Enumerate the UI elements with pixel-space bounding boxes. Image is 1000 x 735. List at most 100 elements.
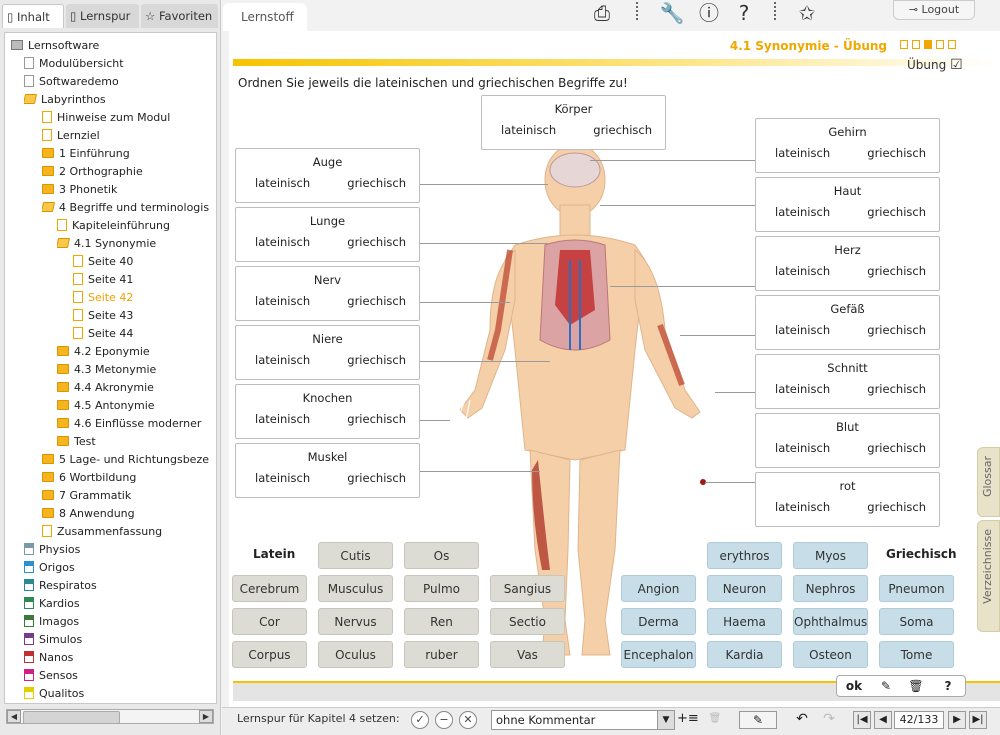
latin-slot[interactable]: lateinisch <box>255 294 310 308</box>
greek-word-tile[interactable]: Nephros <box>793 575 868 602</box>
term-box-rot[interactable]: rot lateinisch griechisch <box>755 472 940 527</box>
greek-slot[interactable]: griechisch <box>347 353 406 367</box>
latin-slot[interactable]: lateinisch <box>775 382 830 396</box>
tree-item[interactable]: Seite 44 <box>73 325 216 343</box>
tree-item[interactable]: Seite 40 <box>73 253 216 271</box>
greek-word-tile[interactable]: Tome <box>879 641 954 668</box>
tree-item[interactable]: 4 Begriffe und terminologis <box>42 199 216 217</box>
tree-item[interactable]: 1 Einführung <box>42 145 216 163</box>
tree-item[interactable]: Lernziel <box>42 127 216 145</box>
greek-word-tile[interactable]: Osteon <box>793 641 868 668</box>
printer-icon[interactable]: ⎙ <box>589 0 615 26</box>
latin-word-tile[interactable]: Sectio <box>490 608 565 635</box>
add-comment-icon[interactable]: +≡ <box>677 711 699 729</box>
greek-word-tile[interactable]: Encephalon <box>621 641 696 668</box>
info-icon[interactable]: ⓘ <box>696 0 722 26</box>
tree-item[interactable]: Lernsoftware <box>11 37 216 55</box>
tree-item[interactable]: Nanos <box>24 649 216 667</box>
greek-slot[interactable]: griechisch <box>867 146 926 160</box>
term-box-auge[interactable]: Auge lateinisch griechisch <box>235 148 420 203</box>
lernstoff-tab[interactable]: Lernstoff <box>223 3 307 31</box>
tree-item[interactable]: Imagos <box>24 613 216 631</box>
term-box-herz[interactable]: Herz lateinisch griechisch <box>755 236 940 291</box>
tree-item[interactable]: Sensos <box>24 667 216 685</box>
page-dot[interactable] <box>900 40 908 49</box>
page-dot[interactable] <box>936 40 944 49</box>
glossar-side-tab[interactable]: Glossar <box>977 447 1000 517</box>
tree-horizontal-scrollbar[interactable]: ◀ ▶ <box>6 709 214 724</box>
latin-slot[interactable]: lateinisch <box>255 176 310 190</box>
wrench-icon[interactable]: 🔧 <box>659 0 685 26</box>
greek-word-tile[interactable]: Ophthalmus <box>793 608 868 635</box>
greek-slot[interactable]: griechisch <box>347 294 406 308</box>
tree-item[interactable]: Respiratos <box>24 577 216 595</box>
tree-item[interactable]: 4.2 Eponymie <box>57 343 216 361</box>
logout-button[interactable]: ⊸ Logout <box>893 0 975 20</box>
tree-item[interactable]: Softwaredemo <box>24 73 216 91</box>
term-box-niere[interactable]: Niere lateinisch griechisch <box>235 325 420 380</box>
scroll-right-button[interactable]: ▶ <box>199 710 213 723</box>
undo-icon[interactable]: ↶ <box>793 711 811 729</box>
latin-slot[interactable]: lateinisch <box>775 205 830 219</box>
greek-word-tile[interactable]: Haema <box>707 608 782 635</box>
latin-slot[interactable]: lateinisch <box>775 264 830 278</box>
tree-item[interactable]: 3 Phonetik <box>42 181 216 199</box>
greek-word-tile[interactable]: Kardia <box>707 641 782 668</box>
latin-slot[interactable]: lateinisch <box>775 500 830 514</box>
latin-word-tile[interactable]: Os <box>404 542 479 569</box>
greek-word-tile[interactable]: Soma <box>879 608 954 635</box>
tree-item[interactable]: 8 Anwendung <box>42 505 216 523</box>
first-page-button[interactable]: |◀ <box>853 711 871 729</box>
term-box-muskel[interactable]: Muskel lateinisch griechisch <box>235 443 420 498</box>
greek-slot[interactable]: griechisch <box>867 205 926 219</box>
latin-slot[interactable]: lateinisch <box>775 323 830 337</box>
latin-word-tile[interactable]: Cerebrum <box>232 575 307 602</box>
tree-item[interactable]: Hinweise zum Modul <box>42 109 216 127</box>
greek-slot[interactable]: griechisch <box>867 441 926 455</box>
tree-item[interactable]: Modulübersicht <box>24 55 216 73</box>
latin-slot[interactable]: lateinisch <box>255 471 310 485</box>
tree-item[interactable]: Kapiteleinführung <box>57 217 216 235</box>
term-box-knochen[interactable]: Knochen lateinisch griechisch <box>235 384 420 439</box>
latin-word-tile[interactable]: Oculus <box>318 641 393 668</box>
tree-item[interactable]: Simulos <box>24 631 216 649</box>
greek-slot[interactable]: griechisch <box>867 382 926 396</box>
term-box-haut[interactable]: Haut lateinisch griechisch <box>755 177 940 232</box>
latin-word-tile[interactable]: Nervus <box>318 608 393 635</box>
greek-word-tile[interactable]: Derma <box>621 608 696 635</box>
latin-word-tile[interactable]: Sangius <box>490 575 565 602</box>
tree-item[interactable]: 6 Wortbildung <box>42 469 216 487</box>
greek-word-tile[interactable]: Neuron <box>707 575 782 602</box>
greek-slot[interactable]: griechisch <box>867 323 926 337</box>
ok-button[interactable]: ok <box>841 676 867 696</box>
tab-lernspur[interactable]: ▯ Lernspur <box>66 4 139 28</box>
greek-word-tile[interactable]: Myos <box>793 542 868 569</box>
help-icon[interactable]: ? <box>731 0 757 26</box>
latin-word-tile[interactable]: Musculus <box>318 575 393 602</box>
latin-slot[interactable]: lateinisch <box>775 146 830 160</box>
page-dot[interactable] <box>912 40 920 49</box>
page-dot-current[interactable] <box>924 40 932 49</box>
tree-item[interactable]: 4.3 Metonymie <box>57 361 216 379</box>
greek-word-tile[interactable]: erythros <box>707 542 782 569</box>
tab-inhalt[interactable]: ▯ Inhalt <box>2 4 64 28</box>
greek-word-tile[interactable]: Pneumon <box>879 575 954 602</box>
tree-item[interactable]: Test <box>57 433 216 451</box>
term-box-gefaess[interactable]: Gefäß lateinisch griechisch <box>755 295 940 350</box>
latin-slot[interactable]: lateinisch <box>255 235 310 249</box>
term-box-lunge[interactable]: Lunge lateinisch griechisch <box>235 207 420 262</box>
comment-select[interactable]: ohne Kommentar ▼ <box>491 710 675 730</box>
tree-item[interactable]: 5 Lage- und Richtungsbeze <box>42 451 216 469</box>
trash-icon[interactable]: 🗑 <box>905 676 927 696</box>
latin-slot[interactable]: lateinisch <box>255 353 310 367</box>
greek-slot[interactable]: griechisch <box>867 264 926 278</box>
lernspur-cancel-icon[interactable]: ✕ <box>459 711 477 729</box>
tree-item[interactable]: Kardios <box>24 595 216 613</box>
greek-slot[interactable]: griechisch <box>347 176 406 190</box>
last-page-button[interactable]: ▶| <box>969 711 987 729</box>
greek-slot[interactable]: griechisch <box>347 235 406 249</box>
latin-slot[interactable]: lateinisch <box>501 123 556 137</box>
greek-slot[interactable]: griechisch <box>347 412 406 426</box>
tree-item[interactable]: Labyrinthos <box>24 91 216 109</box>
latin-word-tile[interactable]: Ren <box>404 608 479 635</box>
